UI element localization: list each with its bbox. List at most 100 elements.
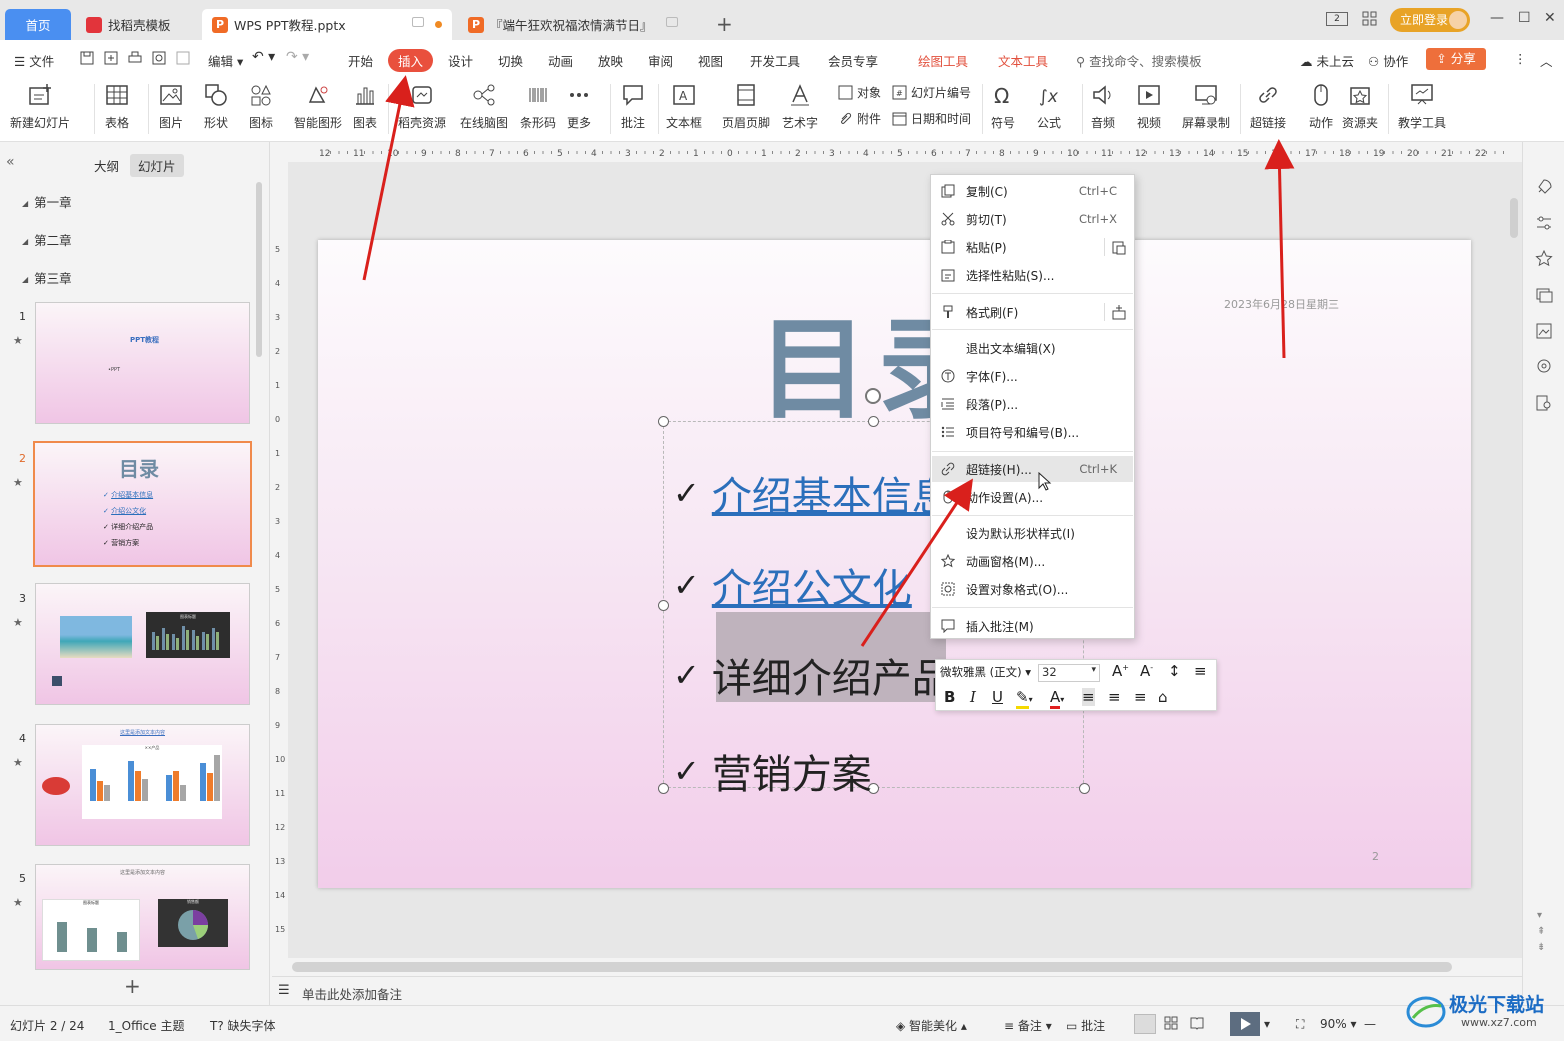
- export-icon[interactable]: [104, 51, 118, 65]
- slides-icon[interactable]: [1535, 286, 1553, 304]
- play-options-icon[interactable]: ▾: [1264, 1017, 1270, 1031]
- minimize-button[interactable]: —: [1490, 10, 1504, 26]
- apps-grid-icon[interactable]: [1362, 11, 1378, 27]
- tab-drawing-tools[interactable]: 绘图工具: [918, 51, 968, 70]
- toc-item-1[interactable]: ✓ 介绍基本信息: [673, 464, 952, 522]
- toc-item-3[interactable]: ✓ 详细介绍产品: [673, 646, 952, 704]
- command-search[interactable]: ⚲ 查找命令、搜索模板: [1076, 51, 1202, 70]
- toc-item-4[interactable]: ✓ 营销方案: [673, 742, 872, 800]
- tab-current-doc[interactable]: P WPS PPT教程.pptx: [202, 9, 452, 40]
- adjust-icon[interactable]: [1535, 214, 1553, 232]
- font-family-select[interactable]: 微软雅黑 (正文) ▾: [940, 664, 1032, 682]
- font-size-select[interactable]: 32 ▾: [1038, 664, 1100, 682]
- tab-outline[interactable]: 大纲: [86, 154, 127, 177]
- tab-slides[interactable]: 幻灯片: [130, 154, 184, 177]
- slide-number-button[interactable]: # 幻灯片编号: [892, 84, 971, 101]
- collapse-panel-icon[interactable]: «: [6, 154, 15, 170]
- location-icon[interactable]: [1535, 358, 1553, 376]
- align-center-icon[interactable]: ≡: [1108, 688, 1121, 706]
- menu-item-action-settings[interactable]: 动作设置(A)...: [932, 484, 1133, 510]
- edit-menu[interactable]: 编辑 ▾: [208, 51, 243, 70]
- slide-thumbnail-4[interactable]: 这里是添加文本内容 ××产品: [35, 724, 250, 846]
- resource-folder-button[interactable]: 资源夹: [1342, 82, 1378, 131]
- panel-scrollbar[interactable]: [256, 182, 262, 357]
- resize-handle[interactable]: [658, 783, 669, 794]
- tab-view[interactable]: 视图: [698, 51, 723, 70]
- menu-item-hyperlink[interactable]: 超链接(H)... Ctrl+K: [932, 456, 1133, 482]
- toc-link-1[interactable]: 介绍基本信息: [712, 464, 952, 522]
- menu-item-default-style[interactable]: 设为默认形状样式(I): [932, 520, 1133, 546]
- format-painter-lock-icon[interactable]: [1111, 304, 1127, 320]
- more-button[interactable]: 更多: [566, 82, 592, 131]
- comment-toggle-button[interactable]: ▭ 批注: [1066, 1017, 1105, 1034]
- picture-button[interactable]: 图片: [158, 82, 184, 131]
- notes-placeholder[interactable]: 单击此处添加备注: [302, 984, 402, 1003]
- undo-icon[interactable]: ↶ ▾: [252, 49, 275, 65]
- slide-thumbnail-1[interactable]: PPT教程 •PPT: [35, 302, 250, 424]
- italic-button[interactable]: I: [970, 688, 976, 706]
- underline-button[interactable]: U: [992, 688, 1003, 706]
- tab-animation[interactable]: 动画: [548, 51, 573, 70]
- reading-view-icon[interactable]: [1190, 1016, 1204, 1030]
- font-color-icon[interactable]: A▾: [1050, 688, 1064, 709]
- tab-insert[interactable]: 插入: [388, 49, 434, 72]
- tab-design[interactable]: 设计: [448, 51, 473, 70]
- resize-handle[interactable]: [658, 416, 669, 427]
- smart-graphic-button[interactable]: 智能图形: [294, 82, 342, 131]
- tab-text-tools[interactable]: 文本工具: [998, 51, 1048, 70]
- menu-item-animation-pane[interactable]: 动画窗格(M)...: [932, 548, 1133, 574]
- paste-options-icon[interactable]: [1111, 239, 1127, 255]
- new-slide-button[interactable]: 新建幻灯片: [10, 82, 70, 131]
- teaching-tools-button[interactable]: 教学工具: [1398, 82, 1446, 131]
- file-menu[interactable]: ☰ 文件: [14, 51, 54, 70]
- attach-button[interactable]: 附件: [838, 110, 881, 127]
- toc-text-3[interactable]: 详细介绍产品: [712, 646, 952, 704]
- menu-item-font[interactable]: 字体(F)...: [932, 363, 1133, 389]
- section-chapter-2[interactable]: 第二章: [22, 230, 72, 249]
- resize-handle[interactable]: [868, 416, 879, 427]
- increase-font-icon[interactable]: A+: [1112, 662, 1129, 680]
- symbol-button[interactable]: Ω 符号: [990, 82, 1016, 131]
- format-painter-icon[interactable]: ⌂: [1158, 688, 1168, 706]
- menu-item-format-object[interactable]: 设置对象格式(O)...: [932, 576, 1133, 602]
- print-icon[interactable]: [128, 51, 142, 65]
- notes-toggle-button[interactable]: ≡ 备注 ▾: [1004, 1017, 1052, 1034]
- menu-item-paragraph[interactable]: 段落(P)...: [932, 391, 1133, 417]
- tab-developer[interactable]: 开发工具: [750, 51, 800, 70]
- highlight-color-icon[interactable]: ✎▾: [1016, 688, 1033, 709]
- redo-icon[interactable]: ↷ ▾: [286, 49, 309, 65]
- tab-home[interactable]: 首页: [5, 9, 71, 40]
- menu-item-format-painter[interactable]: 格式刷(F): [932, 299, 1133, 325]
- menu-item-insert-comment[interactable]: 插入批注(M): [932, 613, 1133, 639]
- menu-item-paste[interactable]: 粘贴(P): [932, 234, 1133, 260]
- play-slideshow-button[interactable]: [1230, 1012, 1260, 1036]
- align-right-icon[interactable]: ≡: [1134, 688, 1147, 706]
- decrease-font-icon[interactable]: A-: [1140, 662, 1153, 680]
- zoom-out-button[interactable]: —: [1364, 1017, 1376, 1031]
- collab-button[interactable]: ⚇ 协作: [1368, 51, 1408, 70]
- toc-text-4[interactable]: 营销方案: [712, 742, 872, 800]
- close-button[interactable]: ✕: [1544, 10, 1556, 26]
- slide-date[interactable]: 2023年6月28日星期三: [1224, 296, 1339, 312]
- comment-button[interactable]: 批注: [620, 82, 646, 131]
- add-slide-button[interactable]: +: [124, 974, 141, 998]
- barcode-button[interactable]: 条形码: [520, 82, 556, 131]
- tab-review[interactable]: 审阅: [648, 51, 673, 70]
- video-button[interactable]: 视频: [1136, 82, 1162, 131]
- resize-handle[interactable]: [1079, 783, 1090, 794]
- notes-pane[interactable]: ☰ 单击此处添加备注: [272, 976, 1522, 1004]
- preview-icon[interactable]: [152, 51, 166, 65]
- resource-button[interactable]: 稻壳资源: [398, 82, 446, 131]
- bold-button[interactable]: B: [944, 688, 955, 706]
- action-button[interactable]: 动作: [1308, 82, 1334, 131]
- fit-window-icon[interactable]: ⛶: [1296, 1017, 1304, 1032]
- toc-link-2[interactable]: 介绍公文化: [712, 556, 912, 614]
- grid-view-icon[interactable]: [1164, 1016, 1178, 1030]
- mindmap-button[interactable]: 在线脑图: [460, 82, 508, 131]
- vertical-ruler[interactable]: 54321012345678910111213141516: [272, 162, 288, 956]
- scrollbar-thumb[interactable]: [292, 962, 1452, 972]
- zoom-level[interactable]: 90% ▾: [1320, 1017, 1357, 1031]
- horizontal-ruler[interactable]: 12 11 10 9 8 7 6 5 4 3 2 1 0 1 2 3 4 5 6 7 8 9 10 11 12 13 14 15 16 1…: [272, 142, 1522, 162]
- tab-start[interactable]: 开始: [348, 51, 373, 70]
- more-options-icon[interactable]: ⋮: [1514, 51, 1527, 66]
